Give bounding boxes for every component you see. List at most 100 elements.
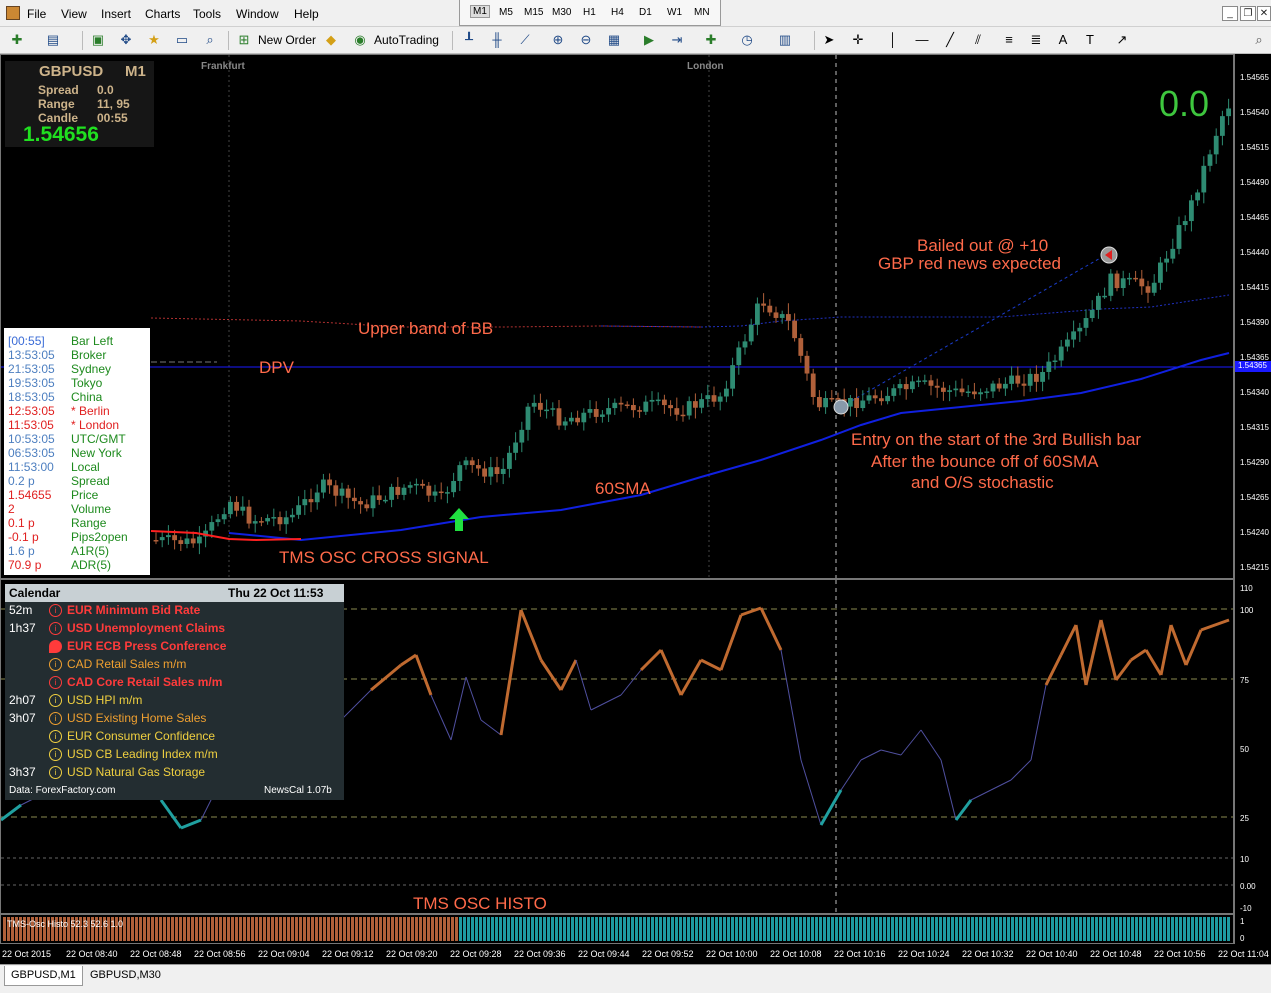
clock-label: * London: [71, 418, 120, 432]
zoom-out-icon[interactable]: ⊖: [577, 31, 595, 49]
histo-bar: [415, 917, 418, 941]
autotrading-button[interactable]: AutoTrading: [374, 33, 439, 47]
new-chart-icon[interactable]: ✚: [8, 31, 26, 49]
histo-bar: [779, 917, 782, 941]
candle-body: [612, 402, 618, 409]
menu-tools[interactable]: Tools: [193, 7, 221, 21]
text-icon[interactable]: A: [1054, 31, 1072, 49]
restore-icon[interactable]: ❐: [1240, 6, 1256, 21]
tab-gbpusd-m1[interactable]: GBPUSD,M1: [4, 966, 83, 986]
menu-view[interactable]: View: [61, 7, 87, 21]
price-scale[interactable]: 1.54565 1.54540 1.54515 1.54490 1.54465 1.544…: [1234, 54, 1271, 944]
tf-w1[interactable]: W1: [667, 7, 682, 18]
zoom-in-icon[interactable]: ⊕: [549, 31, 567, 49]
vertical-line-icon[interactable]: │: [884, 31, 902, 49]
navigator-icon[interactable]: ✥: [117, 31, 135, 49]
histogram-chart[interactable]: [1, 915, 1233, 943]
candle-body: [897, 384, 903, 389]
auto-scroll-icon[interactable]: ▶: [640, 31, 658, 49]
candle-body: [569, 417, 574, 422]
line-chart-icon[interactable]: ⟋: [516, 31, 534, 49]
price-tick: 1.54340: [1240, 388, 1269, 397]
chart-shift-icon[interactable]: ⇥: [668, 31, 686, 49]
market-watch-icon[interactable]: ▣: [89, 31, 107, 49]
tf-m30[interactable]: M30: [552, 7, 571, 18]
info-icon: i: [49, 658, 62, 671]
horizontal-line-icon[interactable]: —: [913, 31, 931, 49]
osc-tick: 100: [1240, 606, 1254, 615]
histogram-window[interactable]: TMS-Osc Histo 52.3 52.6 1.0: [0, 914, 1234, 944]
histo-bar: [939, 917, 942, 941]
tf-m5[interactable]: M5: [499, 7, 513, 18]
new-order-icon[interactable]: ⊞: [235, 31, 253, 49]
tf-m1[interactable]: M1: [470, 5, 490, 18]
trendline-icon[interactable]: ╱: [941, 31, 959, 49]
histo-bar: [1215, 917, 1218, 941]
histo-bar: [875, 917, 878, 941]
tf-h4[interactable]: H4: [611, 7, 624, 18]
fibonacci-icon[interactable]: ≡: [1000, 31, 1018, 49]
osc-segment: [1030, 684, 1047, 761]
menu-charts[interactable]: Charts: [145, 7, 180, 21]
tile-windows-icon[interactable]: ▦: [605, 31, 623, 49]
menu-file[interactable]: File: [27, 7, 46, 21]
tf-mn[interactable]: MN: [694, 7, 710, 18]
candle-body: [1052, 360, 1058, 363]
tf-h1[interactable]: H1: [583, 7, 596, 18]
menu-help[interactable]: Help: [294, 7, 319, 21]
menu-window[interactable]: Window: [236, 7, 279, 21]
crosshair-icon[interactable]: ✛: [849, 31, 867, 49]
histo-bar: [615, 917, 618, 941]
periods-icon[interactable]: ◷: [738, 31, 756, 49]
histo-bar: [239, 917, 242, 941]
equidistant-channel-icon[interactable]: ⫽: [969, 31, 987, 49]
candle-body: [786, 314, 791, 321]
histo-bar: [1219, 917, 1222, 941]
close-icon[interactable]: ✕: [1257, 6, 1271, 21]
app-icon[interactable]: [6, 6, 20, 20]
clock-label: Spread: [71, 474, 110, 488]
main-chart-window[interactable]: Frankfurt London GBPUSD M1 Spread 0.0 Ra…: [0, 54, 1234, 579]
terminal-icon[interactable]: ▭: [173, 31, 191, 49]
histo-bar: [139, 917, 142, 941]
fibo-fan-icon[interactable]: ≣: [1027, 31, 1045, 49]
bar-chart-icon[interactable]: ┸: [460, 31, 478, 49]
cursor-icon[interactable]: ➤: [820, 31, 838, 49]
tf-d1[interactable]: D1: [639, 7, 652, 18]
menu-insert[interactable]: Insert: [101, 7, 131, 21]
text-label-icon[interactable]: T: [1081, 31, 1099, 49]
candlestick-icon[interactable]: ╫: [488, 31, 506, 49]
histo-bar: [999, 917, 1002, 941]
strategy-tester-icon[interactable]: ⌕: [201, 31, 219, 49]
profiles-icon[interactable]: ▤: [44, 31, 62, 49]
range-label: Range: [38, 97, 75, 111]
new-order-button[interactable]: New Order: [258, 33, 316, 47]
osc-segment: [840, 759, 862, 791]
price-chart[interactable]: Frankfurt London: [1, 55, 1233, 578]
candle-body: [556, 408, 562, 426]
osc-segment: [414, 654, 433, 696]
osc-tick: 75: [1240, 676, 1249, 685]
candle-body: [984, 391, 990, 393]
arrows-icon[interactable]: ↗: [1113, 31, 1131, 49]
tf-m15[interactable]: M15: [524, 7, 543, 18]
standard-toolbar: ✚ ▤ ▣ ✥ ★ ▭ ⌕ ⊞ New Order ◆ ◉ AutoTradin…: [0, 27, 1271, 76]
templates-icon[interactable]: ▥: [776, 31, 794, 49]
time-tick: 22 Oct 09:12: [322, 949, 374, 959]
info-icon: i: [49, 766, 62, 779]
minimize-icon[interactable]: _: [1222, 6, 1238, 21]
histo-bar: [751, 917, 754, 941]
osc-segment: [700, 658, 722, 672]
autotrading-icon[interactable]: ◉: [351, 31, 369, 49]
info-icon: i: [49, 712, 62, 725]
tab-gbpusd-m30[interactable]: GBPUSD,M30: [84, 966, 167, 986]
metaeditor-icon[interactable]: ◆: [322, 31, 340, 49]
candle-body: [705, 395, 711, 400]
histo-bar: [1015, 917, 1018, 941]
histo-bar: [811, 917, 814, 941]
histo-bar: [1183, 917, 1186, 941]
indicators-icon[interactable]: ✚: [702, 31, 720, 49]
favorites-icon[interactable]: ★: [145, 31, 163, 49]
search-icon[interactable]: ⌕: [1250, 31, 1268, 49]
candle-body: [438, 491, 444, 494]
